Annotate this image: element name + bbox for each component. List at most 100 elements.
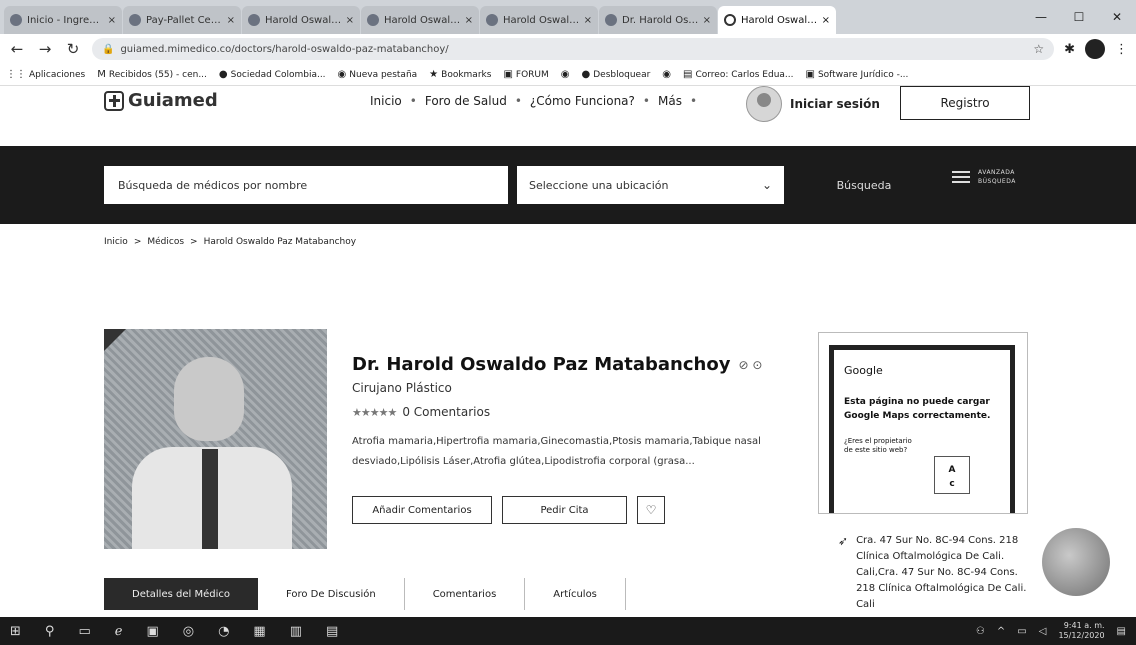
forward-icon[interactable]: → bbox=[36, 40, 54, 58]
bookmarks-bar: ⋮⋮ Aplicaciones M Recibidos (55) - cen... … bbox=[0, 64, 1136, 86]
app-icon[interactable]: ▣ bbox=[146, 624, 158, 639]
app-icon[interactable]: ▤ bbox=[326, 624, 338, 639]
bookmark-item[interactable]: ▤ Correo: Carlos Edua... bbox=[683, 69, 793, 80]
doctor-search-input[interactable]: Búsqueda de médicos por nombre bbox=[104, 166, 508, 204]
bookmark-item[interactable]: ⋮⋮ Aplicaciones bbox=[6, 69, 85, 80]
bookmark-item[interactable]: ◉ bbox=[561, 69, 570, 80]
sliders-icon bbox=[952, 169, 970, 185]
clock[interactable]: 9:41 a. m. 15/12/2020 bbox=[1058, 621, 1104, 641]
bookmark-item[interactable]: ◉ bbox=[662, 69, 671, 80]
close-icon[interactable]: × bbox=[703, 15, 711, 26]
browser-tab[interactable]: Pay-Pallet Certificado× bbox=[123, 6, 241, 34]
book-appointment-button[interactable]: Pedir Cita bbox=[502, 496, 627, 524]
close-icon[interactable]: × bbox=[822, 15, 830, 26]
breadcrumb-medicos[interactable]: Médicos bbox=[147, 237, 184, 247]
bookmark-item[interactable]: M Recibidos (55) - cen... bbox=[97, 69, 207, 80]
search-button[interactable]: Búsqueda bbox=[804, 166, 924, 204]
menu-icon[interactable]: ⋮ bbox=[1115, 42, 1128, 57]
address-bar[interactable]: 🔒 guiamed.mimedico.co/doctors/harold-osw… bbox=[92, 38, 1055, 60]
app-icon[interactable]: ▥ bbox=[290, 624, 302, 639]
reload-icon[interactable]: ↻ bbox=[64, 40, 82, 58]
windows-taskbar: ⊞ ⚲ ▭ ℯ ▣ ◎ ◔ ▦ ▥ ▤ ⚇ ^ ▭ ◁ 9:41 a. m. 1… bbox=[0, 617, 1136, 645]
circle-icon: ◉ bbox=[662, 69, 672, 80]
browser-tab-active[interactable]: Harold Oswaldo P.× bbox=[718, 6, 836, 34]
location-select[interactable]: Seleccione una ubicación ⌄ bbox=[517, 166, 784, 204]
tab-comentarios[interactable]: Comentarios bbox=[405, 578, 526, 610]
nav-item-mas[interactable]: Más bbox=[658, 94, 682, 108]
tab-favicon-icon bbox=[367, 14, 379, 26]
bookmark-item[interactable]: ▣ FORUM bbox=[503, 69, 548, 80]
treatment-tags: Atrofia mamaria,Hipertrofia mamaria,Gine… bbox=[352, 436, 761, 467]
url-text: guiamed.mimedico.co/doctors/harold-oswal… bbox=[120, 43, 449, 55]
map-action-button[interactable]: A c bbox=[934, 456, 970, 494]
maximize-icon[interactable]: ☐ bbox=[1060, 10, 1098, 24]
app-icon[interactable]: ◎ bbox=[183, 624, 194, 639]
close-icon[interactable]: × bbox=[346, 15, 354, 26]
chrome-icon: ◉ bbox=[337, 69, 347, 80]
tab-articulos[interactable]: Artículos bbox=[525, 578, 626, 610]
address: ➶ Cra. 47 Sur No. 8C-94 Cons. 218 Clínic… bbox=[838, 533, 1034, 613]
tab-favicon-icon bbox=[486, 14, 498, 26]
add-comment-button[interactable]: Añadir Comentarios bbox=[352, 496, 492, 524]
close-icon[interactable]: × bbox=[465, 15, 473, 26]
tab-favicon-icon bbox=[248, 14, 260, 26]
chat-avatar-button[interactable] bbox=[1042, 528, 1110, 596]
breadcrumb-current: Harold Oswaldo Paz Matabanchoy bbox=[203, 237, 357, 247]
nav-item-foro[interactable]: Foro de Salud bbox=[425, 94, 507, 108]
notifications-icon[interactable]: ▤ bbox=[1117, 626, 1126, 637]
featured-badge-icon bbox=[104, 329, 126, 351]
bookmark-item[interactable]: ★ Bookmarks bbox=[429, 69, 491, 80]
volume-icon[interactable]: ◁ bbox=[1039, 626, 1047, 637]
browser-tab[interactable]: Harold Oswaldo Paz× bbox=[242, 6, 360, 34]
people-icon[interactable]: ⚇ bbox=[976, 626, 985, 637]
register-button[interactable]: Registro bbox=[900, 86, 1030, 120]
tab-favicon-icon bbox=[10, 14, 22, 26]
browser-tab[interactable]: Inicio - Ingreso - Soy× bbox=[4, 6, 122, 34]
bookmark-item[interactable]: ◉ Nueva pestaña bbox=[338, 69, 418, 80]
bookmark-star-icon[interactable]: ☆ bbox=[1033, 42, 1044, 56]
advanced-search-button[interactable]: AVANZADA BÚSQUEDA bbox=[952, 168, 1038, 186]
lock-icon: ● bbox=[581, 69, 591, 80]
back-icon[interactable]: ← bbox=[8, 40, 26, 58]
tab-detalles[interactable]: Detalles del Médico bbox=[104, 578, 258, 610]
comments-count[interactable]: 0 Comentarios bbox=[402, 405, 490, 419]
profile-avatar[interactable] bbox=[1085, 39, 1105, 59]
nav-item-como-funciona[interactable]: ¿Cómo Funciona? bbox=[530, 94, 635, 108]
close-icon[interactable]: × bbox=[227, 15, 235, 26]
medical-cross-icon bbox=[104, 90, 124, 111]
close-icon[interactable]: × bbox=[584, 15, 592, 26]
windows-start-icon[interactable]: ⊞ bbox=[10, 624, 21, 639]
google-brand: Google bbox=[844, 364, 883, 377]
tab-foro[interactable]: Foro De Discusión bbox=[258, 578, 405, 610]
browser-tab[interactable]: Harold Oswaldo Pa× bbox=[361, 6, 479, 34]
network-icon[interactable]: ▭ bbox=[1017, 626, 1026, 637]
doctor-specialty: Cirujano Plástico bbox=[352, 381, 452, 395]
browser-tab[interactable]: Harold Oswaldo Pa× bbox=[480, 6, 598, 34]
location-pin-icon: ➶ bbox=[838, 534, 849, 548]
search-icon[interactable]: ⚲ bbox=[45, 624, 55, 639]
favorite-heart-icon[interactable]: ♡ bbox=[637, 496, 665, 524]
map-error-panel: Google Esta página no puede cargar Googl… bbox=[829, 345, 1015, 513]
edge-icon[interactable]: ℯ bbox=[115, 624, 123, 639]
login-link[interactable]: Iniciar sesión bbox=[746, 86, 880, 122]
minimize-icon[interactable]: — bbox=[1022, 10, 1060, 24]
extensions-icon[interactable]: ✱ bbox=[1064, 42, 1075, 57]
browser-tab[interactable]: Dr. Harold Oswaldo× bbox=[599, 6, 717, 34]
bookmark-item[interactable]: ● Desbloquear bbox=[582, 69, 651, 80]
mail-icon: ▤ bbox=[683, 69, 693, 80]
site-logo[interactable]: Guiamed bbox=[104, 90, 218, 111]
breadcrumb-inicio[interactable]: Inicio bbox=[104, 237, 128, 247]
app-icon[interactable]: ▦ bbox=[253, 624, 265, 639]
breadcrumb-separator: > bbox=[190, 237, 198, 247]
chevron-up-icon[interactable]: ^ bbox=[997, 626, 1005, 637]
nav-item-inicio[interactable]: Inicio bbox=[370, 94, 402, 108]
task-view-icon[interactable]: ▭ bbox=[78, 624, 90, 639]
user-avatar-icon bbox=[746, 86, 782, 122]
close-window-icon[interactable]: ✕ bbox=[1098, 10, 1136, 24]
app-icon[interactable]: ◔ bbox=[218, 624, 229, 639]
bookmark-item[interactable]: ● Sociedad Colombia... bbox=[219, 69, 326, 80]
browser-tab-bar: Inicio - Ingreso - Soy× Pay-Pallet Certi… bbox=[0, 0, 1136, 34]
rating: ★★★★★ 0 Comentarios bbox=[352, 405, 490, 419]
bookmark-item[interactable]: ▣ Software Jurídico -... bbox=[806, 69, 909, 80]
close-icon[interactable]: × bbox=[108, 15, 116, 26]
